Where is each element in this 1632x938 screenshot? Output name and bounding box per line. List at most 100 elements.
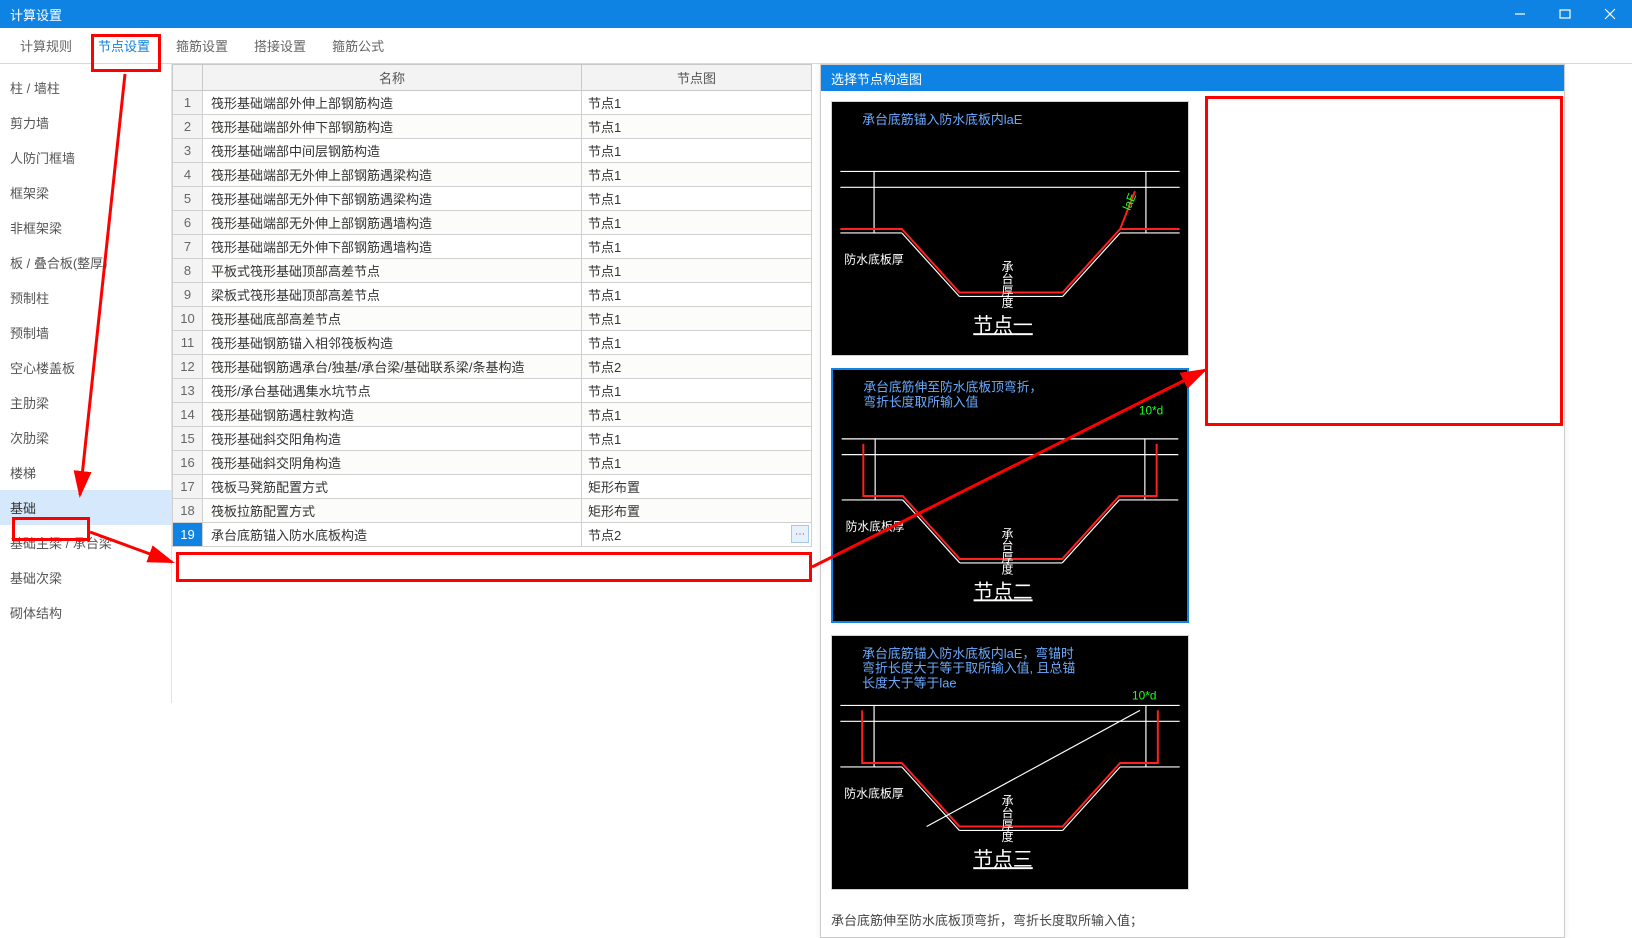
sidebar-item-7[interactable]: 预制墙: [0, 315, 171, 350]
table-row[interactable]: 11筏形基础钢筋锚入相邻筏板构造节点1: [173, 331, 812, 355]
svg-text:承台底筋伸至防水底板顶弯折，: 承台底筋伸至防水底板顶弯折，: [863, 380, 1042, 395]
sidebar-item-11[interactable]: 楼梯: [0, 455, 171, 490]
diagram-caption: 承台底筋伸至防水底板顶弯折，弯折长度取所输入值；: [821, 906, 1564, 937]
table-row[interactable]: 9梁板式筏形基础顶部高差节点节点1: [173, 283, 812, 307]
value-cell[interactable]: 节点1: [582, 259, 812, 283]
sidebar-item-9[interactable]: 主肋梁: [0, 385, 171, 420]
table-row[interactable]: 7筏形基础端部无外伸下部钢筋遇墙构造节点1: [173, 235, 812, 259]
value-cell[interactable]: 矩形布置: [582, 475, 812, 499]
table-row[interactable]: 10筏形基础底部高差节点节点1: [173, 307, 812, 331]
sidebar-item-12[interactable]: 基础: [0, 490, 171, 525]
value-cell[interactable]: 节点1: [582, 91, 812, 115]
sidebar-item-0[interactable]: 柱 / 墙柱: [0, 70, 171, 105]
th-name: 名称: [203, 65, 582, 91]
minimize-button[interactable]: [1497, 0, 1542, 28]
svg-text:节点一: 节点一: [973, 315, 1033, 337]
table-row[interactable]: 6筏形基础端部无外伸上部钢筋遇墙构造节点1: [173, 211, 812, 235]
table-row[interactable]: 19承台底筋锚入防水底板构造节点2⋯: [173, 523, 812, 547]
table-row[interactable]: 5筏形基础端部无外伸下部钢筋遇梁构造节点1: [173, 187, 812, 211]
value-cell[interactable]: 节点2: [582, 355, 812, 379]
value-cell[interactable]: 节点1: [582, 427, 812, 451]
tab-2[interactable]: 箍筋设置: [164, 30, 240, 61]
name-cell: 筏形基础端部中间层钢筋构造: [203, 139, 582, 163]
table-row[interactable]: 2筏形基础端部外伸下部钢筋构造节点1: [173, 115, 812, 139]
value-cell[interactable]: 节点1: [582, 451, 812, 475]
diagram-card-2[interactable]: 承台底筋锚入防水底板内laE，弯锚时弯折长度大于等于取所输入值, 且总锚长度大于…: [831, 635, 1189, 890]
svg-text:长度大于等于lae: 长度大于等于lae: [862, 676, 956, 691]
table-row[interactable]: 1筏形基础端部外伸上部钢筋构造节点1: [173, 91, 812, 115]
table-row[interactable]: 17筏板马凳筋配置方式矩形布置: [173, 475, 812, 499]
value-cell[interactable]: 节点1: [582, 283, 812, 307]
tab-4[interactable]: 箍筋公式: [320, 30, 396, 61]
value-cell[interactable]: 节点1: [582, 211, 812, 235]
rownum-cell: 15: [173, 427, 203, 451]
tab-3[interactable]: 搭接设置: [242, 30, 318, 61]
name-cell: 筏形基础端部外伸下部钢筋构造: [203, 115, 582, 139]
sidebar-item-6[interactable]: 预制柱: [0, 280, 171, 315]
rownum-cell: 6: [173, 211, 203, 235]
sidebar-item-5[interactable]: 板 / 叠合板(整厚): [0, 245, 171, 280]
table-row[interactable]: 16筏形基础斜交阴角构造节点1: [173, 451, 812, 475]
close-button[interactable]: [1587, 0, 1632, 28]
table-row[interactable]: 4筏形基础端部无外伸上部钢筋遇梁构造节点1: [173, 163, 812, 187]
rownum-cell: 2: [173, 115, 203, 139]
sidebar-item-14[interactable]: 基础次梁: [0, 560, 171, 595]
table-row[interactable]: 15筏形基础斜交阳角构造节点1: [173, 427, 812, 451]
maximize-button[interactable]: [1542, 0, 1587, 28]
svg-text:节点三: 节点三: [973, 849, 1032, 871]
rownum-cell: 9: [173, 283, 203, 307]
diagram-card-1[interactable]: 承台底筋伸至防水底板顶弯折，弯折长度取所输入值 10*d 防水底板厚 承台厚度 …: [831, 368, 1189, 623]
tabs-bar: 计算规则节点设置箍筋设置搭接设置箍筋公式: [0, 28, 1632, 64]
name-cell: 筏形基础钢筋遇柱敦构造: [203, 403, 582, 427]
svg-text:弯折长度取所输入值: 弯折长度取所输入值: [863, 394, 978, 409]
name-cell: 筏形基础斜交阳角构造: [203, 427, 582, 451]
name-cell: 筏形基础端部无外伸上部钢筋遇梁构造: [203, 163, 582, 187]
name-cell: 筏形基础底部高差节点: [203, 307, 582, 331]
table-row[interactable]: 18筏板拉筋配置方式矩形布置: [173, 499, 812, 523]
sidebar-item-3[interactable]: 框架梁: [0, 175, 171, 210]
table-row[interactable]: 3筏形基础端部中间层钢筋构造节点1: [173, 139, 812, 163]
value-cell[interactable]: 节点2⋯: [582, 523, 812, 547]
table-row[interactable]: 14筏形基础钢筋遇柱敦构造节点1: [173, 403, 812, 427]
name-cell: 筏形/承台基础遇集水坑节点: [203, 379, 582, 403]
rownum-cell: 19: [173, 523, 203, 547]
sidebar-item-15[interactable]: 砌体结构: [0, 595, 171, 630]
svg-text:承台厚度: 承台厚度: [1000, 527, 1014, 575]
value-cell[interactable]: 节点1: [582, 187, 812, 211]
sidebar-item-1[interactable]: 剪力墙: [0, 105, 171, 140]
tab-0[interactable]: 计算规则: [8, 30, 84, 61]
settings-table: 名称 节点图 1筏形基础端部外伸上部钢筋构造节点12筏形基础端部外伸下部钢筋构造…: [172, 64, 812, 547]
window-title: 计算设置: [10, 5, 62, 24]
sidebar-item-4[interactable]: 非框架梁: [0, 210, 171, 245]
sidebar-item-13[interactable]: 基础主梁 / 承台梁: [0, 525, 171, 560]
diagram-card-0[interactable]: 承台底筋锚入防水底板内laE laE 防水底板厚 承台厚度 节点一: [831, 101, 1189, 356]
name-cell: 承台底筋锚入防水底板构造: [203, 523, 582, 547]
name-cell: 筏形基础斜交阴角构造: [203, 451, 582, 475]
sidebar-item-10[interactable]: 次肋梁: [0, 420, 171, 455]
value-cell[interactable]: 节点1: [582, 115, 812, 139]
rownum-cell: 18: [173, 499, 203, 523]
rownum-cell: 3: [173, 139, 203, 163]
rownum-cell: 16: [173, 451, 203, 475]
value-cell[interactable]: 节点1: [582, 235, 812, 259]
value-cell[interactable]: 节点1: [582, 163, 812, 187]
value-cell[interactable]: 节点1: [582, 379, 812, 403]
name-cell: 平板式筏形基础顶部高差节点: [203, 259, 582, 283]
diagram-grid: 承台底筋锚入防水底板内laE laE 防水底板厚 承台厚度 节点一 承台底筋伸至…: [821, 91, 1564, 900]
rownum-cell: 5: [173, 187, 203, 211]
table-row[interactable]: 13筏形/承台基础遇集水坑节点节点1: [173, 379, 812, 403]
ellipsis-button[interactable]: ⋯: [791, 525, 809, 543]
value-cell[interactable]: 节点1: [582, 331, 812, 355]
tab-1[interactable]: 节点设置: [86, 30, 162, 61]
rownum-cell: 17: [173, 475, 203, 499]
sidebar-item-8[interactable]: 空心楼盖板: [0, 350, 171, 385]
value-cell[interactable]: 节点1: [582, 403, 812, 427]
sidebar-item-2[interactable]: 人防门框墙: [0, 140, 171, 175]
value-cell[interactable]: 节点1: [582, 307, 812, 331]
node-diagram-panel: 选择节点构造图 承台底筋锚入防水底板内laE laE 防水底板厚 承台厚度 节点…: [820, 64, 1565, 938]
table-row[interactable]: 12筏形基础钢筋遇承台/独基/承台梁/基础联系梁/条基构造节点2: [173, 355, 812, 379]
table-row[interactable]: 8平板式筏形基础顶部高差节点节点1: [173, 259, 812, 283]
value-cell[interactable]: 节点1: [582, 139, 812, 163]
value-cell[interactable]: 矩形布置: [582, 499, 812, 523]
rownum-cell: 12: [173, 355, 203, 379]
